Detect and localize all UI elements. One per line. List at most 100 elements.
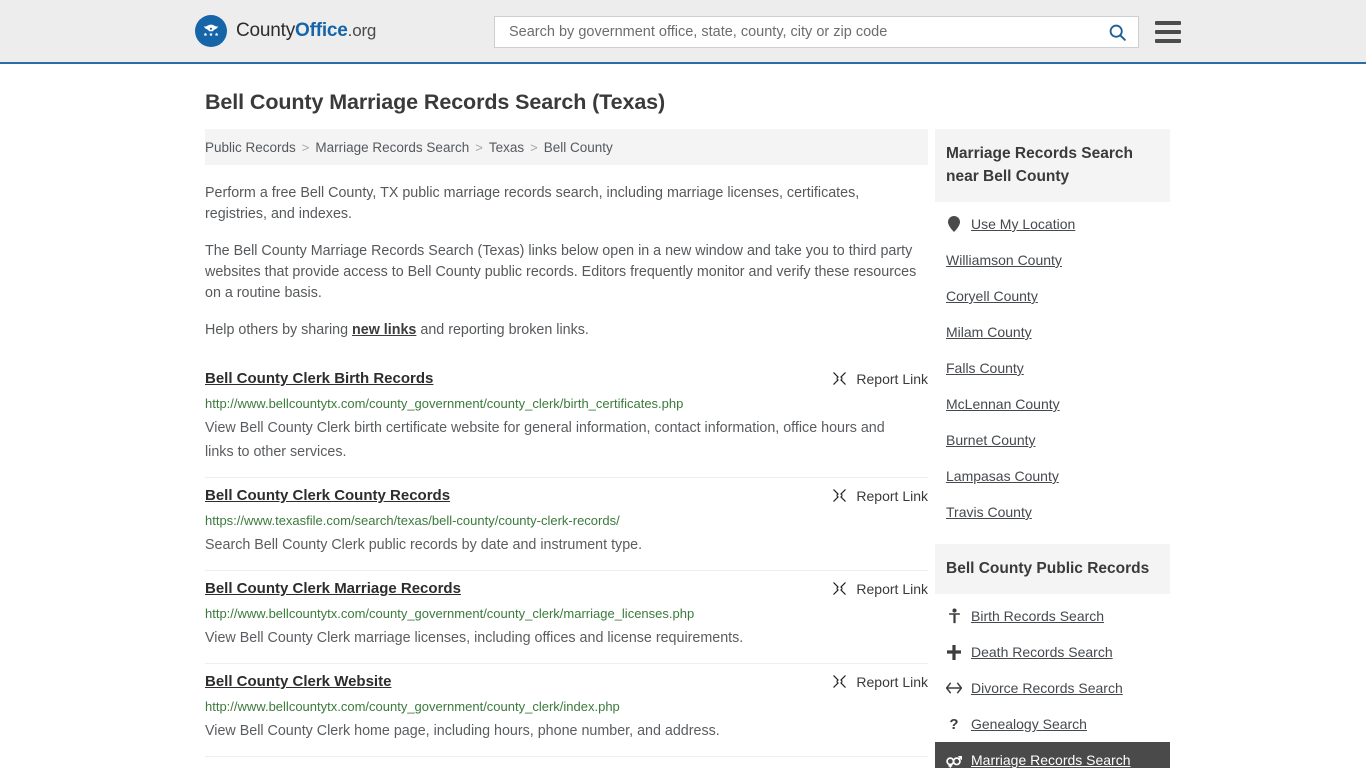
broken-link-icon [833, 582, 847, 595]
report-link-button[interactable]: Report Link [831, 672, 928, 690]
breadcrumb-item-texas[interactable]: Texas [489, 140, 524, 155]
breadcrumb-separator: > [475, 139, 483, 155]
search-button[interactable] [1105, 22, 1130, 43]
sidebar-item-divorce-records-search[interactable]: Divorce Records Search [935, 670, 1170, 706]
result-item: Bell County Clerk's Office Death Records… [205, 757, 928, 768]
broken-link-icon [833, 489, 847, 502]
report-link-button[interactable]: Report Link [831, 486, 928, 504]
breadcrumb-item-public-records[interactable]: Public Records [205, 140, 296, 155]
sidebar-item-label: Milam County [946, 324, 1032, 340]
sidebar-item-mclennan-county[interactable]: McLennan County [935, 386, 1170, 422]
header-search-area [494, 16, 1181, 48]
sidebar: Marriage Records Search near Bell County… [935, 129, 1170, 768]
breadcrumb-item-bell-county: Bell County [543, 139, 613, 155]
sidebar-item-burnet-county[interactable]: Burnet County [935, 422, 1170, 458]
sidebar-item-label: Use My Location [971, 216, 1076, 232]
new-links-link[interactable]: new links [352, 322, 416, 338]
intro-text: Perform a free Bell County, TX public ma… [205, 183, 928, 341]
intro-paragraph-1: Perform a free Bell County, TX public ma… [205, 185, 860, 222]
sidebar-item-label: Travis County [946, 504, 1032, 520]
sidebar-heading-public-records: Bell County Public Records [935, 544, 1170, 594]
result-description: Search Bell County Clerk public records … [205, 537, 643, 553]
sidebar-item-label: Falls County [946, 360, 1024, 376]
hamburger-menu-icon[interactable] [1155, 21, 1181, 43]
sidebar-item-label: Williamson County [946, 252, 1062, 268]
sidebar-item-use-my-location[interactable]: Use My Location [935, 206, 1170, 242]
result-item: Bell County Clerk Website Report Link ht… [205, 664, 928, 757]
result-header: Bell County Clerk Birth Records Report L… [205, 369, 928, 389]
sidebar-item-birth-records-search[interactable]: Birth Records Search [935, 598, 1170, 634]
result-url[interactable]: http://www.bellcountytx.com/county_gover… [205, 396, 928, 411]
result-header: Bell County Clerk Marriage Records Repor… [205, 579, 928, 599]
sidebar-item-label: Divorce Records Search [971, 680, 1123, 696]
result-item: Bell County Clerk Birth Records Report L… [205, 361, 928, 478]
sidebar-item-coryell-county[interactable]: Coryell County [935, 278, 1170, 314]
report-link-button[interactable]: Report Link [831, 369, 928, 387]
sidebar-item-label: Birth Records Search [971, 608, 1105, 624]
sidebar-item-lampasas-county[interactable]: Lampasas County [935, 458, 1170, 494]
map-pin-icon [946, 216, 962, 232]
main-column: Public Records > Marriage Records Search… [205, 129, 928, 768]
sidebar-item-label: Lampasas County [946, 468, 1059, 484]
result-description: View Bell County Clerk home page, includ… [205, 723, 720, 739]
site-logo[interactable]: CountyOffice.org [195, 15, 376, 47]
result-header: Bell County Clerk Website Report Link [205, 672, 928, 692]
sidebar-item-milam-county[interactable]: Milam County [935, 314, 1170, 350]
result-item: Bell County Clerk County Records Report … [205, 478, 928, 571]
intro-p3-after: and reporting broken links. [416, 322, 589, 338]
broken-link-icon [833, 372, 847, 385]
sidebar-panel-public-records: Bell County Public Records Birth Records… [935, 544, 1170, 768]
sidebar-item-travis-county[interactable]: Travis County [935, 494, 1170, 530]
content-row: Public Records > Marriage Records Search… [0, 129, 1366, 768]
male-female-symbol-icon [946, 753, 962, 768]
search-box[interactable] [494, 16, 1139, 48]
hamburger-bar [1155, 21, 1181, 25]
result-title-link[interactable]: Bell County Clerk County Records [205, 486, 450, 506]
intro-paragraph-3: Help others by sharing new links and rep… [205, 320, 920, 341]
sidebar-item-label: Burnet County [946, 432, 1036, 448]
logo-text-tld: .org [347, 21, 377, 40]
sidebar-item-marriage-records-search[interactable]: Marriage Records Search [935, 742, 1170, 768]
logo-text-county: County [236, 20, 296, 41]
sidebar-item-genealogy-search[interactable]: ? Genealogy Search [935, 706, 1170, 742]
sidebar-panel-nearby: Marriage Records Search near Bell County… [935, 129, 1170, 530]
sidebar-item-label: Genealogy Search [971, 716, 1087, 732]
sidebar-item-williamson-county[interactable]: Williamson County [935, 242, 1170, 278]
sidebar-item-death-records-search[interactable]: Death Records Search [935, 634, 1170, 670]
result-url[interactable]: https://www.texasfile.com/search/texas/b… [205, 513, 928, 528]
report-link-button[interactable]: Report Link [831, 579, 928, 597]
sidebar-item-label: Death Records Search [971, 644, 1113, 660]
cross-icon [946, 644, 962, 660]
intro-p3-before: Help others by sharing [205, 322, 353, 338]
hamburger-bar [1155, 30, 1181, 34]
result-item: Bell County Clerk Marriage Records Repor… [205, 571, 928, 664]
eagle-seal-icon [195, 15, 227, 47]
result-description: View Bell County Clerk marriage licenses… [205, 630, 744, 646]
report-link-label: Report Link [856, 673, 928, 690]
search-input[interactable] [507, 23, 1105, 41]
result-title-link[interactable]: Bell County Clerk Birth Records [205, 369, 433, 389]
breadcrumb-item-marriage-records-search[interactable]: Marriage Records Search [315, 140, 469, 155]
page-title: Bell County Marriage Records Search (Tex… [205, 90, 666, 114]
breadcrumb-separator: > [301, 139, 310, 155]
result-title-link[interactable]: Bell County Clerk Marriage Records [205, 579, 461, 599]
sidebar-item-label: Coryell County [946, 288, 1038, 304]
result-url[interactable]: http://www.bellcountytx.com/county_gover… [205, 699, 928, 714]
page-body: Bell County Marriage Records Search (Tex… [0, 90, 1366, 768]
sidebar-public-records-list: Birth Records Search Death Records Searc… [935, 594, 1170, 768]
logo-text: CountyOffice.org [236, 20, 376, 42]
breadcrumb-separator: > [530, 139, 538, 155]
site-header: CountyOffice.org [0, 0, 1366, 64]
result-title-link[interactable]: Bell County Clerk Website [205, 672, 391, 692]
logo-text-office: Office [295, 20, 348, 41]
result-description: View Bell County Clerk birth certificate… [205, 420, 885, 460]
search-icon [1109, 24, 1126, 41]
sidebar-item-falls-county[interactable]: Falls County [935, 350, 1170, 386]
report-link-label: Report Link [856, 487, 928, 504]
intro-paragraph-2: The Bell County Marriage Records Search … [205, 243, 917, 301]
breadcrumb: Public Records > Marriage Records Search… [205, 129, 928, 165]
result-header: Bell County Clerk County Records Report … [205, 486, 928, 506]
baby-icon [946, 608, 962, 624]
result-url[interactable]: http://www.bellcountytx.com/county_gover… [205, 606, 928, 621]
sidebar-item-label: McLennan County [946, 396, 1060, 412]
